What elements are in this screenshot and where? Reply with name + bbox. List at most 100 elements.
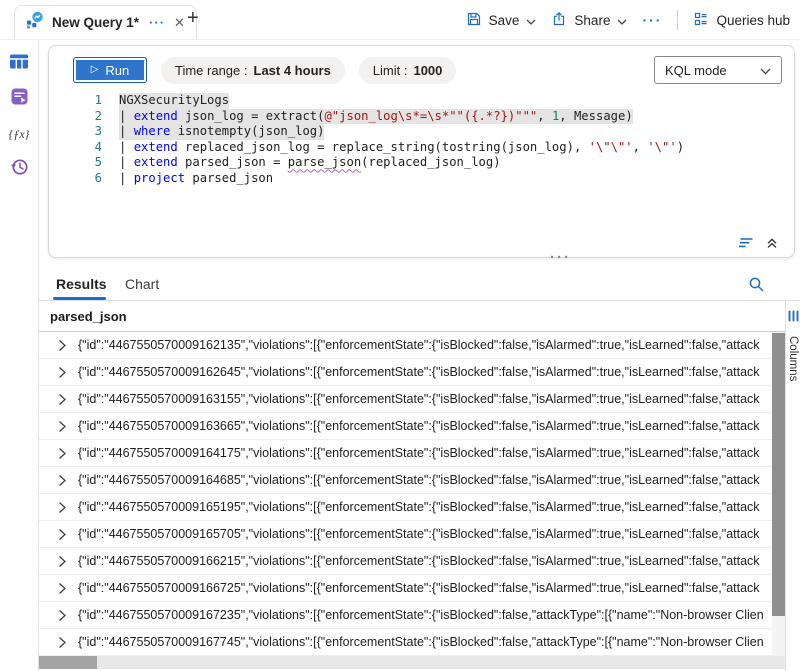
table-row[interactable]: {"id":"4467550570009166725","violations"… (39, 575, 772, 602)
new-tab-button[interactable]: + (187, 7, 199, 30)
query-panel: ▷ Run Time range : Last 4 hours Limit : … (48, 45, 795, 258)
expand-chevron-icon[interactable] (58, 474, 67, 487)
tab-title: New Query 1* (52, 15, 139, 30)
history-clock-icon (10, 157, 29, 181)
horizontal-scrollbar-thumb[interactable] (39, 656, 97, 669)
save-button[interactable]: Save (466, 11, 537, 30)
kusto-query-app: New Query 1* ··· ✕ + Save (0, 0, 800, 671)
collapse-editor-icon[interactable] (766, 236, 778, 254)
queries-hub-icon (693, 11, 709, 30)
run-button[interactable]: ▷ Run (73, 57, 147, 83)
share-button[interactable]: Share (551, 11, 627, 30)
editor-corner-actions (738, 236, 778, 254)
code-text: | extend parsed_json = parse_json(replac… (119, 155, 501, 171)
row-json-text: {"id":"4467550570009163665","violations"… (78, 419, 760, 433)
saved-query-icon (10, 87, 29, 111)
more-actions-button[interactable]: ··· (642, 12, 662, 28)
code-editor[interactable]: 1NGXSecurityLogs2| extend json_log = ext… (49, 93, 790, 241)
code-line[interactable]: 1NGXSecurityLogs (49, 93, 790, 109)
line-number: 2 (49, 109, 119, 125)
table-row[interactable]: {"id":"4467550570009166215","violations"… (39, 548, 772, 575)
expand-chevron-icon[interactable] (58, 501, 67, 514)
sidebar-item-saved-queries[interactable] (7, 88, 31, 110)
queries-hub-label: Queries hub (716, 13, 790, 28)
code-line[interactable]: 3| where isnotempty(json_log) (49, 124, 790, 140)
share-label: Share (574, 13, 610, 28)
limit-label: Limit : (373, 63, 408, 78)
code-text: | where isnotempty(json_log) (119, 124, 324, 140)
code-line[interactable]: 5| extend parsed_json = parse_json(repla… (49, 155, 790, 171)
code-line[interactable]: 4| extend replaced_json_log = replace_st… (49, 140, 790, 156)
time-range-picker[interactable]: Time range : Last 4 hours (161, 57, 345, 84)
tab-bar: New Query 1* ··· ✕ + Save (0, 0, 800, 40)
format-lines-icon[interactable] (738, 236, 754, 254)
expand-chevron-icon[interactable] (58, 393, 67, 406)
chevron-down-icon (526, 13, 536, 28)
tab-results[interactable]: Results (56, 276, 107, 292)
expand-chevron-icon[interactable] (58, 366, 67, 379)
table-row[interactable]: {"id":"4467550570009167745","violations"… (39, 629, 772, 656)
expand-chevron-icon[interactable] (58, 447, 67, 460)
sidebar-item-functions[interactable]: {ƒx} (7, 123, 31, 145)
code-text: NGXSecurityLogs (119, 93, 229, 109)
line-number: 1 (49, 93, 119, 109)
horizontal-scrollbar[interactable] (39, 656, 785, 669)
active-tab-underline (53, 297, 106, 300)
row-json-text: {"id":"4467550570009167235","violations"… (78, 608, 764, 622)
pane-splitter-handle[interactable]: ··· (550, 249, 571, 266)
tab-close-icon[interactable]: ✕ (174, 15, 185, 31)
expand-chevron-icon[interactable] (58, 609, 67, 622)
row-json-text: {"id":"4467550570009167745","violations"… (78, 635, 764, 649)
table-row[interactable]: {"id":"4467550570009165195","violations"… (39, 494, 772, 521)
row-json-text: {"id":"4467550570009165705","violations"… (78, 527, 760, 541)
sidebar-item-history[interactable] (7, 158, 31, 180)
expand-chevron-icon[interactable] (58, 420, 67, 433)
column-header-parsed-json[interactable]: parsed_json (50, 309, 127, 324)
tab-more-menu[interactable]: ··· (149, 15, 165, 30)
chevron-down-icon (760, 63, 771, 78)
columns-side-panel[interactable]: Columns (785, 301, 800, 671)
table-row[interactable]: {"id":"4467550570009165705","violations"… (39, 521, 772, 548)
table-row[interactable]: {"id":"4467550570009162135","violations"… (39, 332, 772, 359)
left-sidebar: {ƒx} (0, 40, 39, 671)
row-json-text: {"id":"4467550570009165195","violations"… (78, 500, 760, 514)
table-row[interactable]: {"id":"4467550570009164175","violations"… (39, 440, 772, 467)
time-range-label: Time range : (175, 63, 248, 78)
expand-chevron-icon[interactable] (58, 339, 67, 352)
table-row[interactable]: {"id":"4467550570009164685","violations"… (39, 467, 772, 494)
sidebar-item-tables[interactable] (7, 53, 31, 75)
queries-hub-button[interactable]: Queries hub (693, 11, 790, 30)
expand-chevron-icon[interactable] (58, 528, 67, 541)
line-number: 6 (49, 171, 119, 187)
adx-query-icon (26, 11, 44, 34)
expand-chevron-icon[interactable] (58, 555, 67, 568)
limit-picker[interactable]: Limit : 1000 (359, 57, 457, 84)
tab-chart[interactable]: Chart (125, 276, 159, 292)
table-row[interactable]: {"id":"4467550570009167235","violations"… (39, 602, 772, 629)
query-mode-value: KQL mode (665, 63, 727, 78)
table-row[interactable]: {"id":"4467550570009163665","violations"… (39, 413, 772, 440)
row-json-text: {"id":"4467550570009166215","violations"… (78, 554, 760, 568)
play-icon: ▷ (91, 65, 99, 75)
results-tab-bar: Results Chart (39, 270, 800, 301)
chevron-down-icon (617, 13, 627, 28)
table-row[interactable]: {"id":"4467550570009162645","violations"… (39, 359, 772, 386)
row-json-text: {"id":"4467550570009162645","violations"… (78, 365, 760, 379)
code-line[interactable]: 2| extend json_log = extract(@"json_log\… (49, 109, 790, 125)
table-grid-icon (9, 53, 29, 75)
code-text: | project parsed_json (119, 171, 273, 187)
vertical-scrollbar[interactable] (772, 332, 785, 656)
time-range-value: Last 4 hours (254, 63, 331, 78)
run-label: Run (105, 63, 129, 78)
search-icon[interactable] (748, 276, 765, 298)
vertical-scrollbar-thumb[interactable] (772, 333, 785, 616)
columns-panel-label: Columns (787, 336, 799, 381)
row-json-text: {"id":"4467550570009163155","violations"… (78, 392, 760, 406)
query-tab[interactable]: New Query 1* ··· ✕ (14, 5, 197, 39)
table-row[interactable]: {"id":"4467550570009163155","violations"… (39, 386, 772, 413)
code-line[interactable]: 6| project parsed_json (49, 171, 790, 187)
expand-chevron-icon[interactable] (58, 636, 67, 649)
expand-chevron-icon[interactable] (58, 582, 67, 595)
query-mode-select[interactable]: KQL mode (654, 56, 782, 84)
code-text: | extend replaced_json_log = replace_str… (119, 140, 684, 156)
